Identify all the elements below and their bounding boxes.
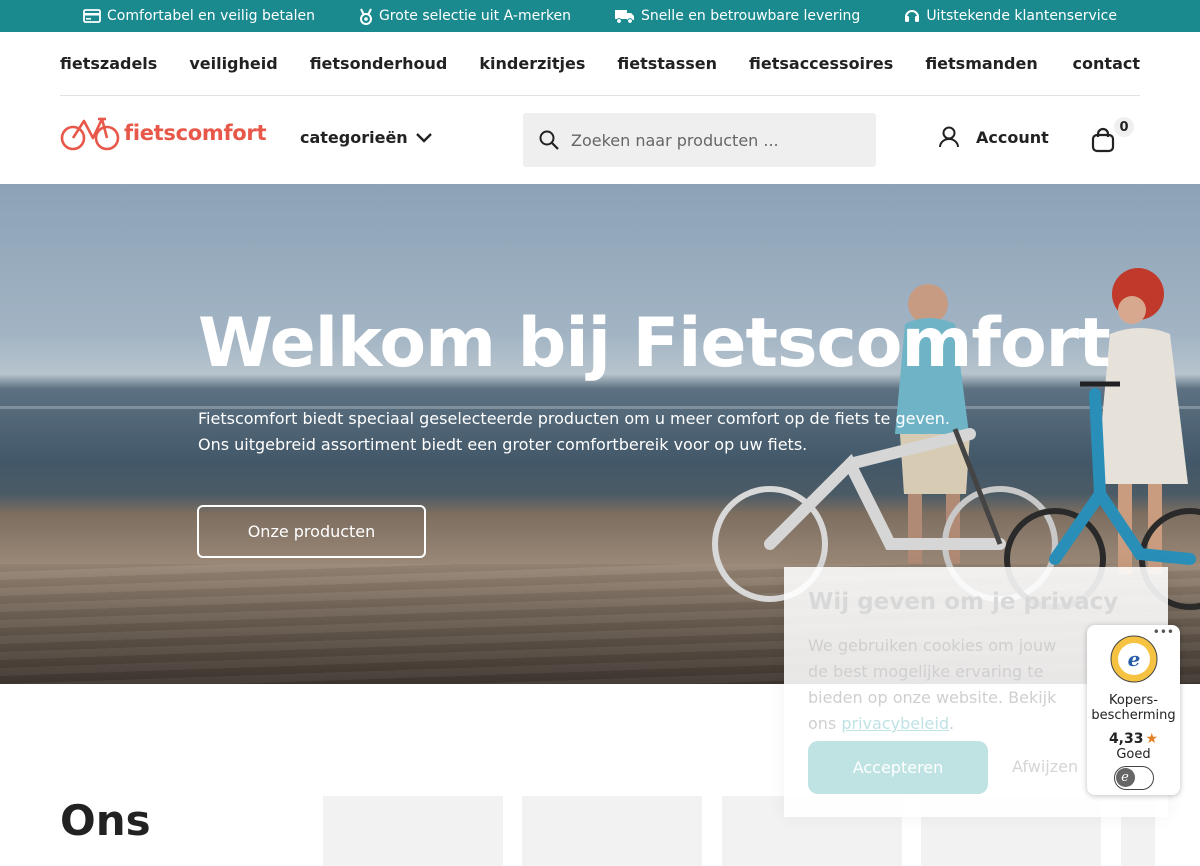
shopping-bag-icon <box>1091 127 1115 153</box>
usp-payment: Comfortabel en veilig betalen <box>83 8 315 24</box>
trust-toggle[interactable]: e <box>1113 766 1154 790</box>
usp-brands: Grote selectie uit A-merken <box>359 8 571 25</box>
menu-item-fietstassen[interactable]: fietstassen <box>617 54 717 73</box>
user-icon <box>939 126 959 148</box>
product-card[interactable] <box>323 796 503 866</box>
medal-icon <box>359 8 372 25</box>
privacy-text: We gebruiken cookies om jouw de best mog… <box>808 633 1078 737</box>
privacy-period: . <box>948 714 955 733</box>
our-products-button[interactable]: Onze producten <box>197 505 426 558</box>
usp-delivery: Snelle en betrouwbare levering <box>615 8 860 24</box>
account-label: Account <box>976 127 1049 147</box>
categories-dropdown[interactable]: categorieën <box>300 128 432 147</box>
privacy-policy-link[interactable]: privacybeleid <box>841 714 949 733</box>
menu-item-kinderzitjes[interactable]: kinderzitjes <box>479 54 585 73</box>
menu-item-fietsaccessoires[interactable]: fietsaccessoires <box>749 54 893 73</box>
usp-text: Grote selectie uit A-merken <box>378 8 572 24</box>
trust-rating: 4,33 ★ <box>1087 731 1180 747</box>
categories-label: categorieën <box>300 128 408 147</box>
hero-intro-line: Fietscomfort biedt speciaal geselecteerd… <box>198 409 950 428</box>
headset-icon <box>905 10 920 22</box>
rating-value: 4,33 <box>1108 731 1144 747</box>
privacy-title: Wij geven om je privacy <box>808 589 1119 615</box>
trust-grade: Goed <box>1116 747 1151 762</box>
menu-item-fietsonderhoud[interactable]: fietsonderhoud <box>310 54 448 73</box>
svg-text:e: e <box>1127 647 1140 671</box>
usp-text: Snelle en betrouwbare levering <box>641 8 861 24</box>
products-section-title: Ons <box>60 796 151 845</box>
usp-text: Comfortabel en veilig betalen <box>107 8 315 24</box>
trust-label-line: bescherming <box>1091 708 1176 723</box>
trust-label: Kopers- bescherming <box>1087 693 1180 723</box>
search-icon[interactable] <box>539 130 559 150</box>
usp-text: Uitstekende klantenservice <box>926 8 1117 24</box>
trust-seal-icon: e <box>1110 635 1157 683</box>
menu-item-contact[interactable]: contact <box>1073 54 1140 73</box>
bicycle-logo-icon <box>60 117 120 151</box>
cart-count-badge: 0 <box>1114 117 1134 137</box>
hero-intro: Fietscomfort biedt speciaal geselecteerd… <box>198 406 950 458</box>
more-options-icon[interactable]: ••• <box>1153 625 1174 639</box>
hero-title: Welkom bij Fietscomfort <box>198 304 1111 383</box>
credit-card-icon <box>83 9 101 23</box>
chevron-down-icon <box>415 132 432 143</box>
product-card[interactable] <box>522 796 702 866</box>
menu-item-veiligheid[interactable]: veiligheid <box>189 54 277 73</box>
search-input[interactable] <box>571 130 851 150</box>
menu-item-fietszadels[interactable]: fietszadels <box>60 54 157 73</box>
site-logo[interactable]: fietscomfort <box>60 115 267 151</box>
trust-badge[interactable]: ••• e Kopers- bescherming 4,33 ★ Goed e <box>1087 625 1180 795</box>
account-link[interactable]: Account <box>938 126 1049 148</box>
cart-button[interactable] <box>1090 127 1116 157</box>
site-header: fietscomfort categorieën Account 0 <box>0 97 1200 184</box>
menu-item-fietsmanden[interactable]: fietsmanden <box>925 54 1037 73</box>
hero-intro-line: Ons uitgebreid assortiment biedt een gro… <box>198 435 808 454</box>
usp-bar: Comfortabel en veilig betalen Grote sele… <box>0 0 1200 32</box>
trust-e-icon: e <box>1115 768 1135 787</box>
main-menu: fietszadels veiligheid fietsonderhoud ki… <box>60 32 1140 96</box>
logo-text: fietscomfort <box>124 121 267 145</box>
accept-cookies-button[interactable]: Accepteren <box>808 741 988 794</box>
truck-icon <box>615 9 635 24</box>
reject-cookies-button[interactable]: Afwijzen <box>1012 757 1078 776</box>
usp-service: Uitstekende klantenservice <box>904 8 1117 24</box>
trust-label-line: Kopers- <box>1109 693 1158 708</box>
star-icon: ★ <box>1145 731 1159 747</box>
search-bar <box>523 113 876 167</box>
